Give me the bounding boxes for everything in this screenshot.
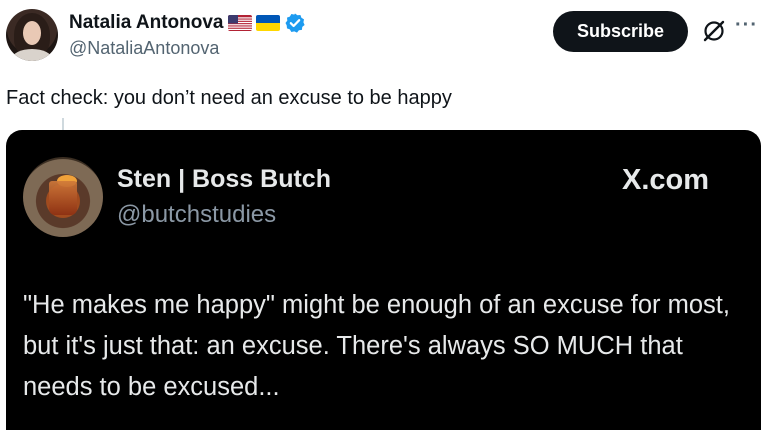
tweet-text: Fact check: you don’t need an excuse to … [6, 87, 452, 109]
quoted-card[interactable]: Sten | Boss Butch @butchstudies X.com "H… [6, 130, 761, 430]
us-flag-icon [227, 15, 252, 31]
quoted-author-name[interactable]: Sten | Boss Butch [117, 165, 331, 194]
source-label: X.com [622, 164, 710, 196]
verified-badge-icon[interactable] [284, 12, 306, 34]
author-name[interactable]: Natalia Antonova [69, 12, 224, 34]
more-options-icon[interactable]: ··· [735, 14, 763, 38]
quoted-author-avatar[interactable] [23, 157, 103, 237]
grok-icon[interactable] [701, 18, 727, 44]
author-handle[interactable]: @NataliaAntonova [69, 38, 219, 59]
subscribe-button[interactable]: Subscribe [553, 11, 688, 52]
author-avatar[interactable] [6, 9, 58, 61]
author-name-row: Natalia Antonova [69, 10, 306, 36]
quoted-author-handle[interactable]: @butchstudies [117, 201, 276, 229]
quoted-text: "He makes me happy" might be enough of a… [23, 291, 730, 401]
ukraine-flag-icon [255, 15, 280, 31]
